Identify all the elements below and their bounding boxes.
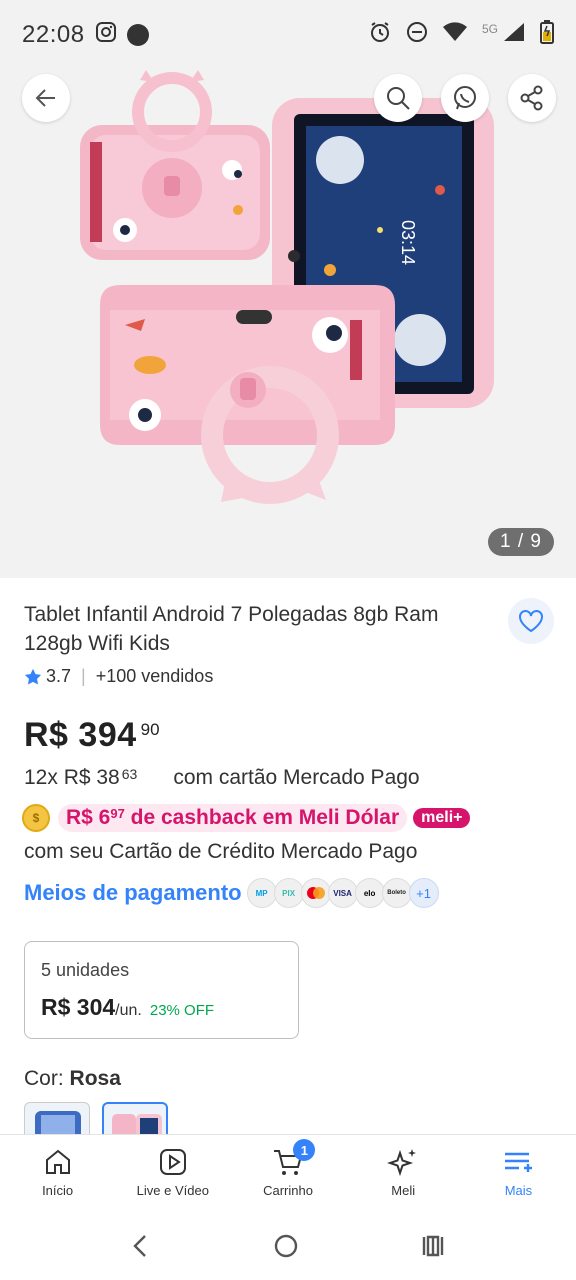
meli-plus-badge: meli+ — [413, 808, 471, 828]
battery-icon — [540, 19, 554, 51]
arrow-left-icon — [35, 89, 55, 107]
cashback-row: $ R$ 6 97 de cashback em Meli Dólar meli… — [22, 804, 471, 832]
meli-coin-icon: $ — [22, 804, 50, 832]
rating-separator: | — [81, 666, 86, 686]
sparkle-icon — [387, 1149, 417, 1177]
instagram-icon — [95, 21, 117, 50]
payment-methods-link[interactable]: Meios de pagamento — [24, 880, 242, 906]
share-button[interactable] — [508, 74, 556, 122]
menu-icon — [505, 1152, 533, 1172]
nav-home-button[interactable] — [272, 1232, 300, 1265]
chevron-left-icon — [133, 1234, 147, 1257]
recents-icon — [422, 1235, 443, 1256]
home-icon — [45, 1149, 70, 1174]
play-icon — [159, 1149, 186, 1175]
signal-icon — [502, 21, 526, 50]
sold-count: +100 vendidos — [95, 666, 214, 686]
installments: 12x R$ 38 63 com cartão Mercado Pago — [24, 766, 420, 790]
tab-label: Meli — [391, 1183, 416, 1198]
tab-meli[interactable]: Meli — [346, 1135, 461, 1216]
network-type-label: 5G — [481, 22, 498, 36]
rating-value: 3.7 — [46, 666, 72, 686]
bulk-price: R$ 304 /un. 23% OFF — [41, 994, 214, 1021]
tab-label: Início — [42, 1183, 74, 1198]
installments-amount: 12x R$ 38 — [24, 766, 120, 789]
bulk-offer-card[interactable]: 5 unidades R$ 304 /un. 23% OFF — [24, 941, 299, 1039]
tab-label: Live e Vídeo — [136, 1183, 209, 1198]
favorite-button[interactable] — [508, 598, 554, 644]
cashback-cents: 97 — [110, 806, 125, 821]
more-payment-methods: +1 — [408, 878, 439, 908]
bottom-tab-bar: Início Live e Vídeo 1 Carrinho Meli Mais — [0, 1134, 576, 1216]
whatsapp-share-button[interactable] — [441, 74, 489, 122]
tab-label: Carrinho — [263, 1183, 313, 1198]
product-image-gallery[interactable]: 03:14 1 / 9 — [0, 70, 576, 578]
tab-carrinho[interactable]: 1 Carrinho — [230, 1135, 345, 1216]
price-main: R$ 394 — [24, 716, 137, 754]
heart-icon — [519, 610, 543, 633]
system-nav-bar — [0, 1216, 576, 1280]
mastercard-icon — [300, 878, 331, 908]
bulk-price-value: R$ 304 — [41, 994, 116, 1020]
share-icon — [520, 85, 543, 111]
bulk-discount: 23% OFF — [149, 1002, 215, 1019]
payment-methods-row[interactable]: Meios de pagamento MP PIX VISA elo Bolet… — [24, 878, 439, 908]
mercado-pago-icon: MP — [246, 878, 277, 908]
bulk-per-unit: /un. — [115, 1002, 142, 1019]
rating-row[interactable]: 3.7 | +100 vendidos — [24, 666, 213, 687]
installments-cents: 63 — [121, 766, 138, 782]
star-icon — [24, 668, 42, 685]
color-selector-label: Cor: Rosa — [24, 1067, 121, 1091]
cart-badge: 1 — [293, 1139, 316, 1161]
do-not-disturb-icon — [406, 21, 428, 50]
product-image: 03:14 — [0, 70, 576, 578]
tab-label: Mais — [504, 1183, 533, 1198]
circle-home-icon — [274, 1234, 298, 1257]
status-time: 22:08 — [22, 21, 85, 48]
product-title: Tablet Infantil Android 7 Polegadas 8gb … — [24, 603, 439, 655]
status-bar: 22:08 5G — [0, 0, 576, 70]
bulk-units: 5 unidades — [41, 960, 130, 980]
color-label: Cor: — [24, 1067, 64, 1090]
alarm-icon — [368, 20, 392, 51]
tab-live-video[interactable]: Live e Vídeo — [115, 1135, 230, 1216]
wifi-icon — [442, 21, 468, 50]
nav-back-button[interactable] — [129, 1232, 153, 1265]
installments-suffix: com cartão Mercado Pago — [173, 766, 420, 789]
search-icon — [387, 87, 410, 110]
boleto-icon: Boleto — [381, 878, 412, 908]
tablet-screen-clock: 03:14 — [398, 220, 418, 265]
back-button[interactable] — [22, 74, 70, 122]
tab-inicio[interactable]: Início — [0, 1135, 115, 1216]
elo-icon: elo — [354, 878, 385, 908]
card-line: com seu Cartão de Crédito Mercado Pago — [24, 840, 418, 863]
whatsapp-icon — [454, 86, 476, 110]
cashback-pill: R$ 6 97 de cashback em Meli Dólar — [58, 804, 408, 832]
image-counter: 1 / 9 — [488, 528, 554, 556]
pix-icon: PIX — [273, 878, 304, 908]
visa-icon: VISA — [327, 878, 358, 908]
notification-dot-icon — [126, 24, 149, 46]
tab-mais[interactable]: Mais — [461, 1135, 576, 1216]
price-cents: 90 — [140, 720, 160, 739]
cashback-text: de cashback em Meli Dólar — [124, 806, 400, 829]
search-button[interactable] — [374, 74, 422, 122]
cashback-amount: R$ 6 — [66, 806, 111, 829]
nav-recents-button[interactable] — [419, 1232, 447, 1265]
price: R$ 394 90 — [24, 716, 160, 755]
color-value: Rosa — [69, 1067, 121, 1090]
